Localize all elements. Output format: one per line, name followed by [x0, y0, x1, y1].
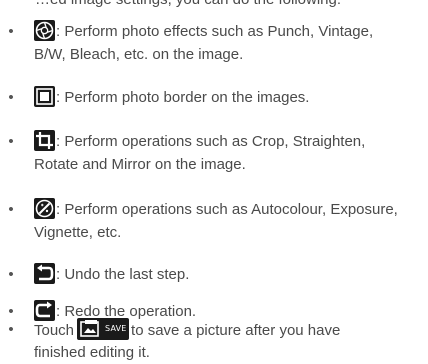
- photo-border-icon: [34, 86, 55, 107]
- photo-effects-icon: [34, 20, 55, 41]
- adjust-icon: [34, 198, 55, 219]
- crop-rotate-icon: [34, 130, 55, 151]
- item-text-line1: to save a picture after you have: [131, 322, 341, 339]
- item-text-line1: : Perform photo effects such as Punch, V…: [56, 23, 374, 40]
- bullet: •: [8, 23, 14, 40]
- item-prefix-text: Touch: [34, 322, 75, 339]
- item-text-line2: B/W, Bleach, etc. on the image.: [34, 46, 244, 63]
- item-text-line2: Vignette, etc.: [34, 224, 122, 241]
- item-text-line1: : Perform photo border on the images.: [56, 89, 310, 106]
- bullet: •: [8, 89, 14, 106]
- undo-icon: [34, 263, 55, 284]
- cutoff-top-text: …ed image settings, you can do the follo…: [35, 0, 341, 9]
- save-picture-icon: [80, 320, 99, 337]
- bullet: •: [8, 133, 14, 150]
- item-text-line1: : Undo the last step.: [56, 266, 190, 283]
- item-text-line2: finished editing it.: [34, 344, 150, 361]
- save-button[interactable]: SAVE: [77, 318, 130, 340]
- bullet: •: [8, 266, 14, 283]
- item-text-line1: : Perform operations such as Autocolour,…: [56, 201, 398, 218]
- bullet: •: [8, 321, 14, 338]
- item-text-line2: Rotate and Mirror on the image.: [34, 156, 246, 173]
- bullet: •: [8, 201, 14, 218]
- item-text-line1: : Perform operations such as Crop, Strai…: [56, 133, 366, 150]
- save-button-label: SAVE: [105, 324, 127, 333]
